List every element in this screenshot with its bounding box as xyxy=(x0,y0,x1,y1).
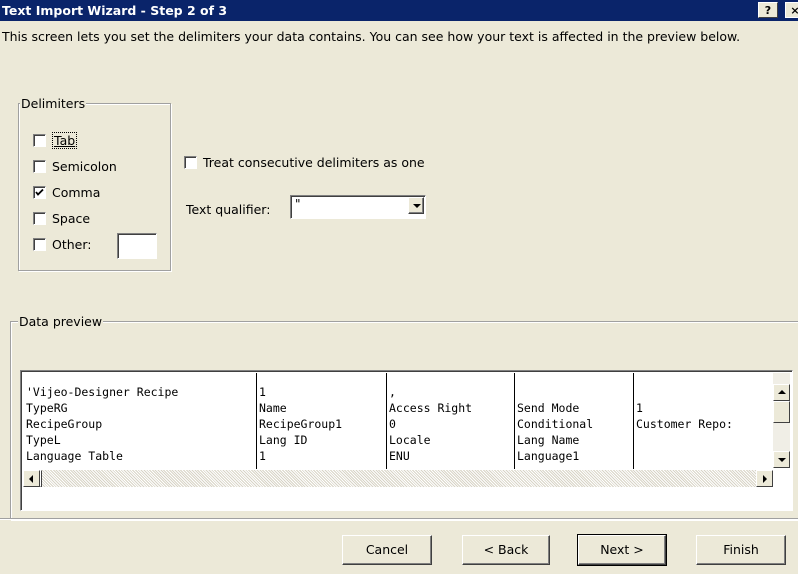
table-cell: TypeRG xyxy=(26,401,68,415)
arrow-down-icon xyxy=(778,458,786,462)
table-cell: 'Vijeo-Designer Recipe xyxy=(26,385,179,399)
back-button[interactable]: < Back xyxy=(462,535,550,565)
horizontal-scrollbar[interactable] xyxy=(23,470,773,487)
data-preview-group-label: Data preview xyxy=(18,314,104,329)
table-cell: Customer Repo: xyxy=(636,417,733,431)
table-cell: ENU xyxy=(389,449,410,463)
table-cell: 1 xyxy=(259,449,266,463)
other-checkbox[interactable]: Other: xyxy=(33,236,91,252)
table-cell: Lang Name xyxy=(517,433,580,447)
title-bar: Text Import Wizard - Step 2 of 3 ? × xyxy=(0,0,798,21)
comma-checkbox-box[interactable] xyxy=(33,185,46,199)
table-cell: RecipeGroup1 xyxy=(259,417,343,431)
semicolon-label: Semicolon xyxy=(52,158,117,174)
table-cell xyxy=(633,448,776,464)
table-cell: 0 xyxy=(389,417,396,431)
table-cell: 1 xyxy=(636,401,643,415)
table-cell: Access Right xyxy=(389,401,473,415)
table-cell: TypeL xyxy=(26,433,61,447)
table-cell xyxy=(633,432,776,448)
table-cell: Language1 xyxy=(517,449,580,463)
arrow-left-icon xyxy=(29,475,33,483)
finish-button[interactable]: Finish xyxy=(696,535,786,565)
close-button[interactable]: × xyxy=(785,2,798,18)
text-qualifier-value: " xyxy=(295,197,301,211)
consecutive-label: Treat consecutive delimiters as one xyxy=(203,154,425,170)
semicolon-checkbox-box[interactable] xyxy=(33,159,46,173)
table-cell: Locale xyxy=(389,433,431,447)
consecutive-delimiters-checkbox[interactable]: Treat consecutive delimiters as one xyxy=(184,154,425,170)
table-cell: 1 xyxy=(259,385,266,399)
table-cell: Lang ID xyxy=(259,433,308,447)
table-cell: , xyxy=(389,385,396,399)
next-button[interactable]: Next > xyxy=(577,534,667,566)
button-separator xyxy=(0,518,798,519)
vertical-scroll-thumb[interactable] xyxy=(773,401,790,423)
scroll-down-button[interactable] xyxy=(773,451,790,468)
chevron-down-icon xyxy=(413,204,421,208)
text-qualifier-select[interactable]: " xyxy=(290,195,426,219)
table-cell xyxy=(633,384,776,400)
arrow-up-icon xyxy=(778,390,786,394)
table-cell: Conditional xyxy=(517,417,594,431)
table-cell: Send Mode xyxy=(517,401,580,415)
scroll-right-button[interactable] xyxy=(756,470,773,487)
comma-label: Comma xyxy=(52,184,101,200)
table-cell: Name xyxy=(259,401,287,415)
other-delimiter-input[interactable] xyxy=(117,233,157,259)
table-cell xyxy=(514,384,634,400)
vertical-scrollbar[interactable] xyxy=(773,373,790,468)
window-title: Text Import Wizard - Step 2 of 3 xyxy=(2,3,228,18)
cancel-button[interactable]: Cancel xyxy=(342,535,432,565)
comma-checkbox[interactable]: Comma xyxy=(33,184,100,200)
horizontal-scroll-thumb[interactable] xyxy=(40,470,42,487)
tab-checkbox-box[interactable] xyxy=(33,133,46,147)
space-label: Space xyxy=(52,210,91,226)
delimiters-group-label: Delimiters xyxy=(20,96,87,111)
scroll-left-button[interactable] xyxy=(23,470,40,487)
table-cell: RecipeGroup xyxy=(26,417,103,431)
consecutive-checkbox-box[interactable] xyxy=(184,155,197,169)
dropdown-button[interactable] xyxy=(408,197,424,214)
instructions-text: This screen lets you set the delimiters … xyxy=(2,29,741,44)
scroll-up-button[interactable] xyxy=(773,384,790,401)
other-checkbox-box[interactable] xyxy=(33,237,46,251)
other-label: Other: xyxy=(52,236,92,252)
checkmark-icon xyxy=(35,188,44,196)
arrow-right-icon xyxy=(763,475,767,483)
space-checkbox-box[interactable] xyxy=(33,211,46,225)
semicolon-checkbox[interactable]: Semicolon xyxy=(33,158,117,174)
space-checkbox[interactable]: Space xyxy=(33,210,90,226)
text-qualifier-label: Text qualifier: xyxy=(186,202,271,217)
data-preview-pane[interactable]: 'Vijeo-Designer Recipe 1 , TypeRG Name A… xyxy=(20,370,793,511)
table-cell: Language Table xyxy=(26,449,123,463)
tab-label: Tab xyxy=(52,131,78,149)
tab-checkbox[interactable]: Tab xyxy=(33,131,78,149)
help-button[interactable]: ? xyxy=(758,2,778,18)
